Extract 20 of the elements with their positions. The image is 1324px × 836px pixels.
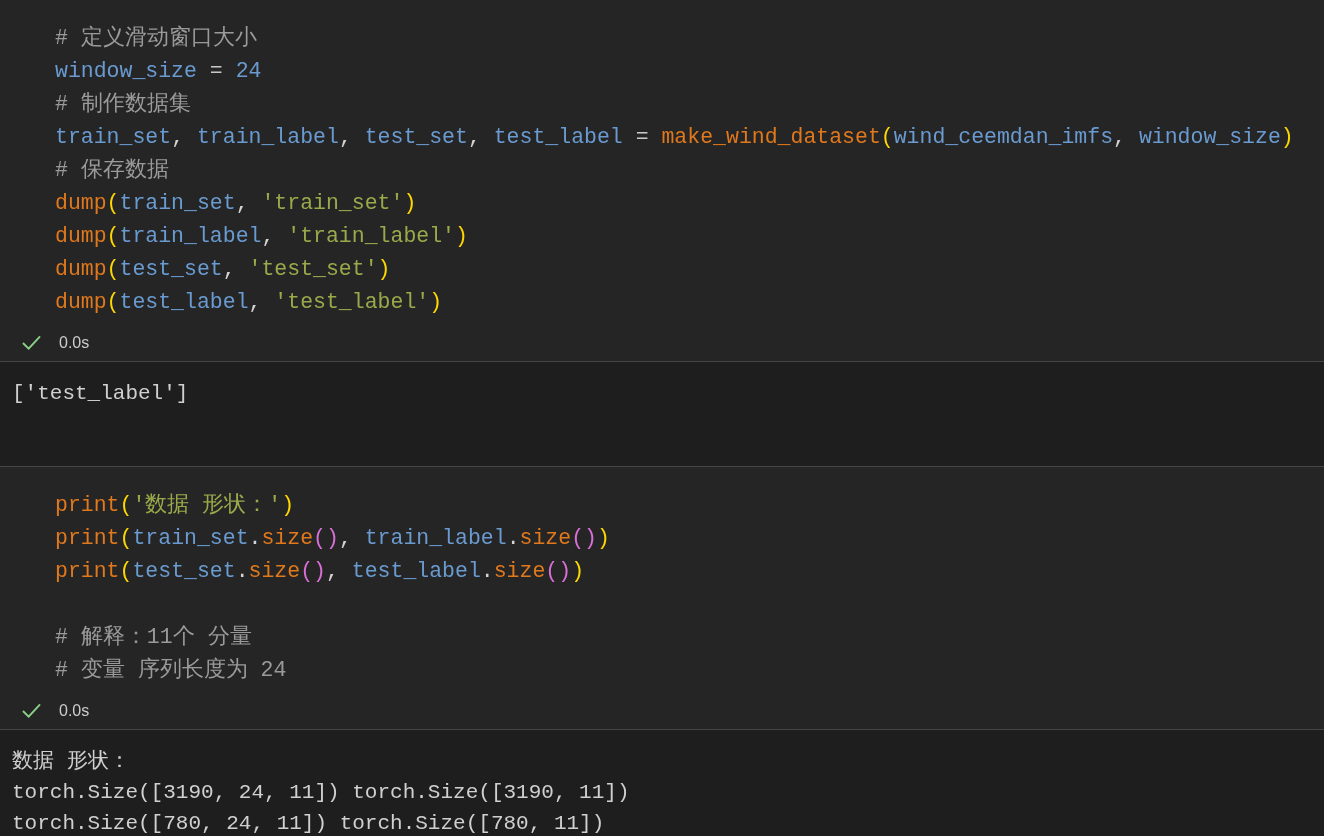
code-line: # 定义滑动窗口大小 <box>55 24 257 52</box>
code-line: dump(test_label, 'test_label') <box>55 289 443 316</box>
code-line: print(train_set.size(), train_label.size()) <box>55 525 610 552</box>
code-line: window_size = 24 <box>55 58 262 85</box>
code-line: dump(train_set, 'train_set') <box>55 190 417 217</box>
code-line: # 解释：11个 分量 <box>55 624 252 651</box>
code-line: dump(test_set, 'test_set') <box>55 256 391 283</box>
output-line: torch.Size([3190, 24, 11]) torch.Size([3190, 11]) <box>12 780 630 806</box>
output-line: ['test_label'] <box>12 381 189 407</box>
code-line: train_set, train_label, test_set, test_label = make_wind_dataset(wind_ceemdan_imfs, window_size) <box>55 124 1294 151</box>
output-line: 数据 形状： <box>12 749 130 775</box>
output-line: torch.Size([780, 24, 11]) torch.Size([780, 11]) <box>12 811 605 836</box>
execution-time: 0.0s <box>59 334 90 352</box>
execution-time: 0.0s <box>59 702 90 720</box>
code-line: # 保存数据 <box>55 157 169 184</box>
code-line: print('数据 形状：') <box>55 492 295 519</box>
code-line: dump(train_label, 'train_label') <box>55 223 468 250</box>
code-line: print(test_set.size(), test_label.size()) <box>55 558 585 585</box>
code-line: # 制作数据集 <box>55 91 191 118</box>
code-line: # 变量 序列长度为 24 <box>55 656 287 684</box>
